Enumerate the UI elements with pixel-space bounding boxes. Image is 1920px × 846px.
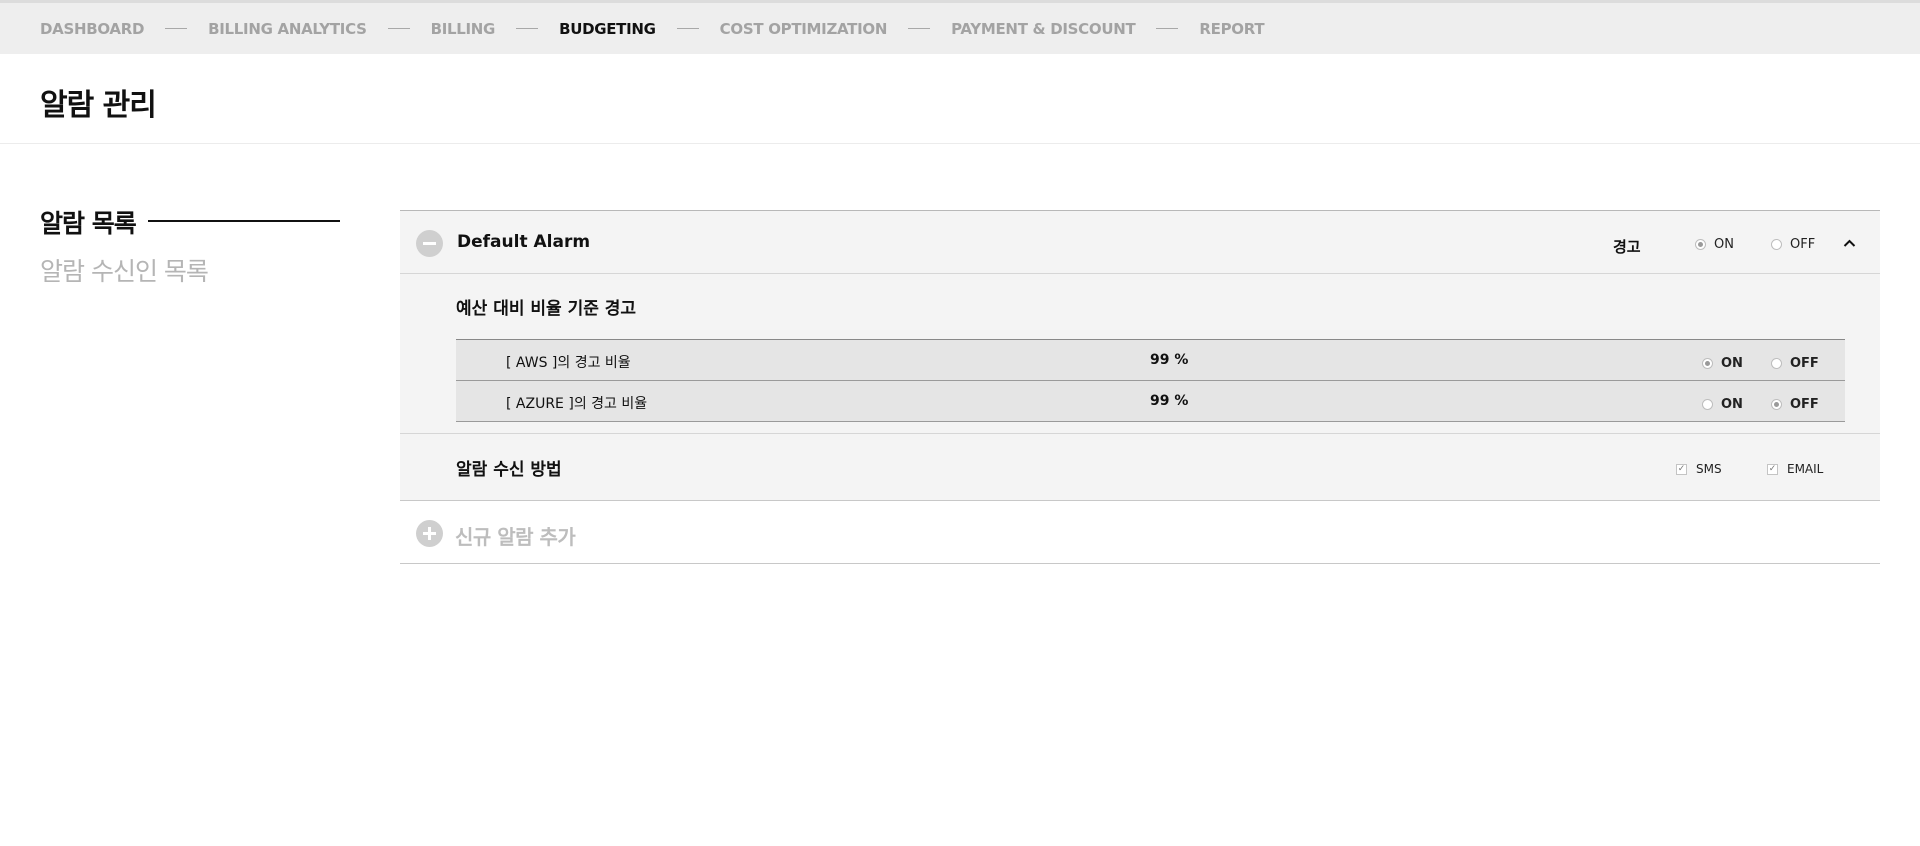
nav-item-billing[interactable]: BILLING [431, 20, 496, 38]
chevron-up-icon[interactable] [1843, 237, 1856, 250]
radio-icon[interactable] [1771, 399, 1782, 410]
nav-separator [516, 28, 539, 29]
nav-item-budgeting[interactable]: BUDGETING [559, 20, 656, 38]
radio-icon[interactable] [1702, 358, 1713, 369]
aws-off-radio[interactable]: OFF [1771, 356, 1819, 371]
sidebar-item-recipient-list[interactable]: 알람 수신인 목록 [40, 252, 209, 288]
sms-checkbox[interactable]: ✓ SMS [1676, 462, 1722, 476]
alarm-panel: Default Alarm 경고 ON OFF 예산 대비 비율 기준 경고 [… [400, 210, 1880, 564]
radio-icon[interactable] [1695, 239, 1706, 250]
sidebar-active-indicator [148, 220, 340, 222]
check-icon[interactable]: ✓ [1676, 463, 1687, 475]
minus-circle-icon[interactable] [416, 230, 443, 257]
radio-icon[interactable] [1771, 239, 1782, 250]
nav-item-report[interactable]: REPORT [1199, 20, 1264, 38]
ratio-warning-section: 예산 대비 비율 기준 경고 [ AWS ]의 경고 비율 99 % ON OF… [400, 274, 1880, 434]
table-row: [ AZURE ]의 경고 비율 99 % ON OFF [456, 381, 1845, 422]
alarm-header: Default Alarm 경고 ON OFF [400, 210, 1880, 274]
warn-label: 경고 [1613, 238, 1641, 256]
add-alarm-label: 신규 알람 추가 [455, 525, 576, 549]
ratio-section-title: 예산 대비 비율 기준 경고 [456, 299, 637, 319]
nav-item-dashboard[interactable]: DASHBOARD [40, 20, 144, 38]
table-row: [ AWS ]의 경고 비율 99 % ON OFF [456, 340, 1845, 381]
check-icon[interactable]: ✓ [1767, 463, 1778, 475]
ratio-value[interactable]: 99 % [1150, 352, 1188, 368]
azure-off-radio[interactable]: OFF [1771, 397, 1819, 412]
receive-section-title: 알람 수신 방법 [456, 460, 562, 480]
azure-on-radio[interactable]: ON [1702, 397, 1743, 412]
nav-separator [676, 28, 699, 29]
receive-method-section: 알람 수신 방법 ✓ SMS ✓ EMAIL [400, 434, 1880, 501]
sidebar-item-alarm-list[interactable]: 알람 목록 [40, 204, 137, 240]
radio-icon[interactable] [1702, 399, 1713, 410]
nav-separator [165, 28, 188, 29]
nav-separator [1156, 28, 1179, 29]
nav-item-payment-discount[interactable]: PAYMENT & DISCOUNT [951, 20, 1136, 38]
ratio-label: [ AZURE ]의 경고 비율 [506, 396, 648, 412]
nav-separator [908, 28, 931, 29]
ratio-value[interactable]: 99 % [1150, 393, 1188, 409]
aws-on-radio[interactable]: ON [1702, 356, 1743, 371]
warn-on-radio[interactable]: ON [1695, 237, 1734, 252]
alarm-name: Default Alarm [457, 232, 591, 252]
email-checkbox[interactable]: ✓ EMAIL [1767, 462, 1823, 476]
nav-separator [387, 28, 410, 29]
page-title-bar: 알람 관리 [0, 54, 1920, 144]
nav-item-cost-optimization[interactable]: COST OPTIMIZATION [720, 20, 888, 38]
ratio-table: [ AWS ]의 경고 비율 99 % ON OFF [ AZURE ]의 경고… [456, 339, 1845, 422]
add-alarm-button[interactable]: 신규 알람 추가 [400, 501, 1880, 564]
warn-off-radio[interactable]: OFF [1771, 237, 1815, 252]
page-title: 알람 관리 [40, 88, 157, 123]
radio-icon[interactable] [1771, 358, 1782, 369]
top-navigation: DASHBOARD BILLING ANALYTICS BILLING BUDG… [0, 0, 1920, 54]
nav-item-billing-analytics[interactable]: BILLING ANALYTICS [208, 20, 367, 38]
plus-circle-icon[interactable] [416, 520, 443, 547]
ratio-label: [ AWS ]의 경고 비율 [506, 355, 631, 371]
